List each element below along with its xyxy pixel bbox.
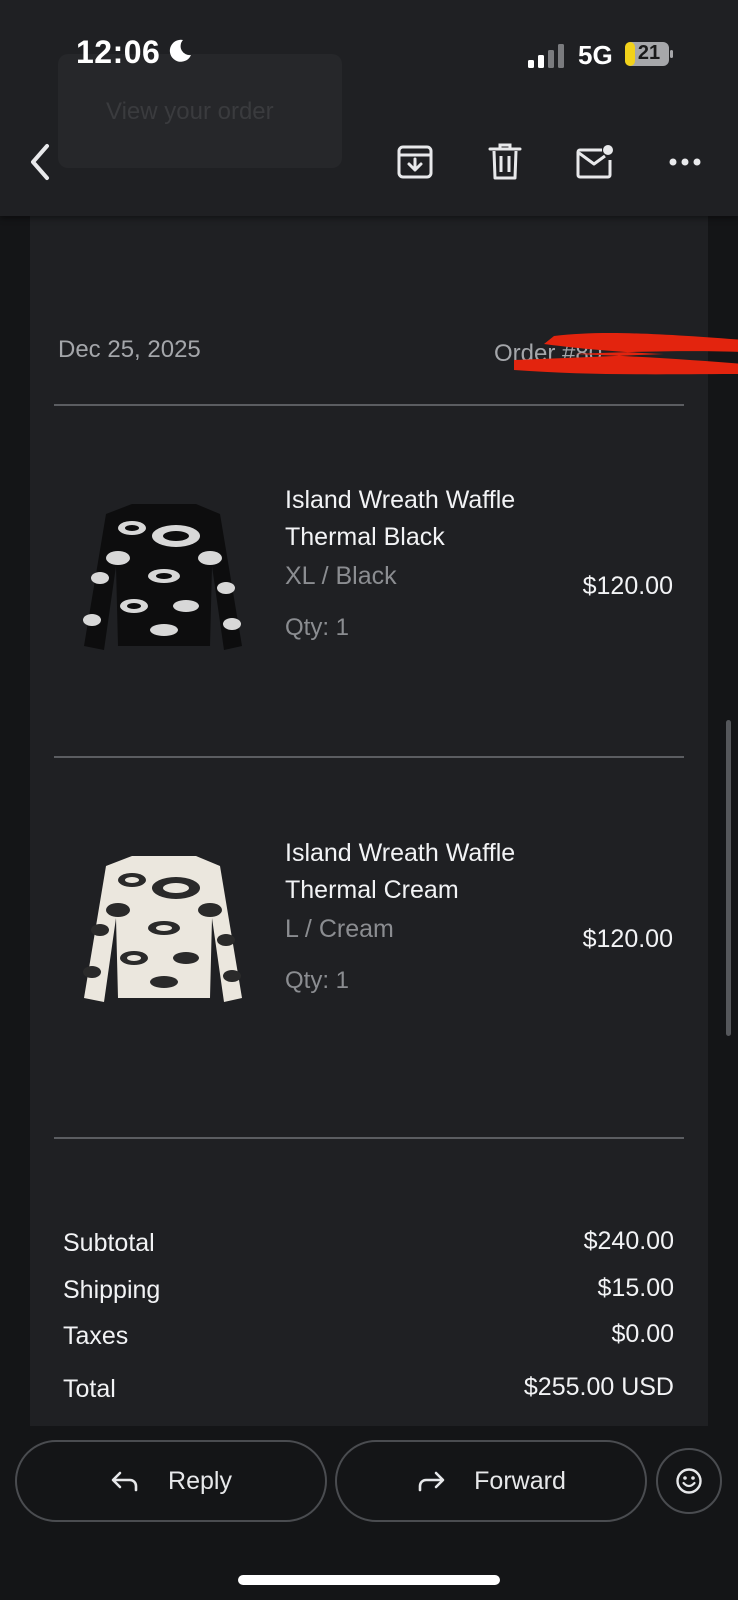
taxes-label: Taxes [63, 1322, 129, 1350]
signal-icon [528, 44, 564, 68]
divider [54, 756, 684, 758]
status-time: 12:06 [76, 34, 161, 70]
product-name-line1: Island Wreath Waffle [285, 486, 516, 514]
archive-icon [397, 145, 433, 179]
product-image-cream-sweater[interactable] [74, 848, 254, 1018]
total-label: Total [63, 1375, 116, 1403]
reply-icon [111, 1471, 138, 1492]
network-type: 5G [578, 40, 613, 70]
view-order-button-behind-bar: View your order [58, 54, 342, 168]
top-app-bar: View your order 12:06 5G 21 [0, 0, 738, 216]
product-price: $120.00 [582, 925, 673, 953]
product-name-line1: Island Wreath Waffle [285, 839, 516, 867]
more-options-button[interactable] [663, 140, 707, 184]
product-variant: L / Cream [285, 915, 394, 943]
subtotal-label: Subtotal [63, 1229, 155, 1257]
home-indicator[interactable] [238, 1575, 500, 1585]
shipping-label: Shipping [63, 1276, 161, 1304]
taxes-value: $0.00 [611, 1320, 674, 1348]
scrollbar[interactable] [726, 720, 731, 1036]
delete-button[interactable] [483, 140, 527, 184]
emoji-reaction-button[interactable] [656, 1448, 722, 1514]
redaction-scribble [514, 333, 738, 375]
divider [54, 1137, 684, 1139]
chevron-left-icon [31, 144, 49, 180]
forward-icon [418, 1471, 445, 1492]
product-variant: XL / Black [285, 562, 397, 590]
reply-button[interactable]: Reply [15, 1440, 327, 1522]
subtotal-value: $240.00 [583, 1227, 674, 1255]
mail-unread-icon [576, 145, 613, 179]
back-button[interactable] [18, 140, 62, 184]
product-name: Island Wreath Waffle Thermal Black [285, 482, 515, 556]
battery-level: 21 [637, 42, 661, 64]
product-quantity: Qty: 1 [285, 614, 350, 641]
order-date: Dec 25, 2025 [58, 336, 201, 363]
product-name: Island Wreath Waffle Thermal Cream [285, 835, 515, 909]
forward-button[interactable]: Forward [335, 1440, 647, 1522]
trash-icon [488, 143, 522, 180]
product-name-line2: Thermal Cream [285, 876, 459, 904]
product-price: $120.00 [582, 572, 673, 600]
product-image-black-sweater[interactable] [74, 496, 254, 666]
view-order-label: View your order [106, 98, 274, 125]
total-value: $255.00 USD [523, 1373, 674, 1401]
forward-label: Forward [474, 1466, 566, 1495]
shipping-value: $15.00 [597, 1274, 674, 1302]
smiley-icon [676, 1468, 702, 1494]
product-quantity: Qty: 1 [285, 967, 350, 994]
archive-button[interactable] [393, 140, 437, 184]
moon-icon [169, 39, 191, 62]
reply-label: Reply [168, 1466, 232, 1495]
product-name-line2: Thermal Black [285, 523, 445, 551]
mark-unread-button[interactable] [573, 140, 617, 184]
divider [54, 404, 684, 406]
more-horizontal-icon [669, 158, 701, 166]
